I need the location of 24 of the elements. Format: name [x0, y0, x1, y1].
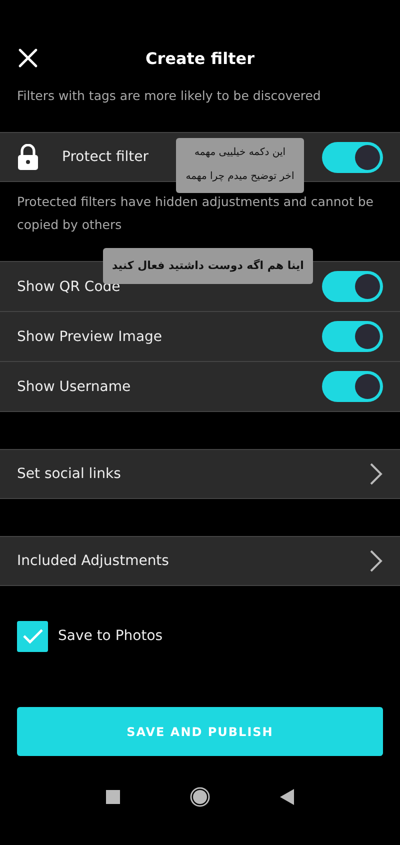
lock-icon: [17, 144, 39, 170]
annotation-note: این دکمه خیلییی مهمه اخر توضیح میدم چرا مهمه: [176, 138, 304, 193]
chevron-right-icon: [369, 462, 383, 486]
toggle-switch[interactable]: [322, 321, 383, 352]
screen-title: Create filter: [145, 48, 255, 68]
back-icon[interactable]: [280, 789, 294, 805]
link-row[interactable]: Included Adjustments: [0, 536, 400, 586]
hint-text: Filters with tags are more likely to be discovered: [16, 87, 322, 105]
row-label: Show Preview Image: [17, 328, 164, 344]
checkbox[interactable]: [17, 620, 48, 652]
chevron-right-icon: [369, 549, 383, 573]
checkmark-icon: [22, 627, 44, 645]
home-icon[interactable]: [190, 787, 210, 807]
row-label: Show Username: [17, 378, 132, 394]
checkbox-label: Save to Photos: [58, 628, 164, 644]
toggle-switch[interactable]: [322, 271, 383, 302]
close-icon: [18, 48, 38, 68]
description-text: Protected filters have hidden adjustments and cannot be copied by others: [16, 193, 374, 234]
annotation-note: اینا هم اگه دوست داشتید فعال کنید: [103, 248, 313, 284]
close-button[interactable]: [17, 47, 39, 69]
link-row[interactable]: Set social links: [0, 449, 400, 499]
toggle-switch[interactable]: [322, 142, 383, 172]
row-label: Protect filter: [62, 149, 149, 165]
toggle-switch[interactable]: [322, 371, 383, 402]
